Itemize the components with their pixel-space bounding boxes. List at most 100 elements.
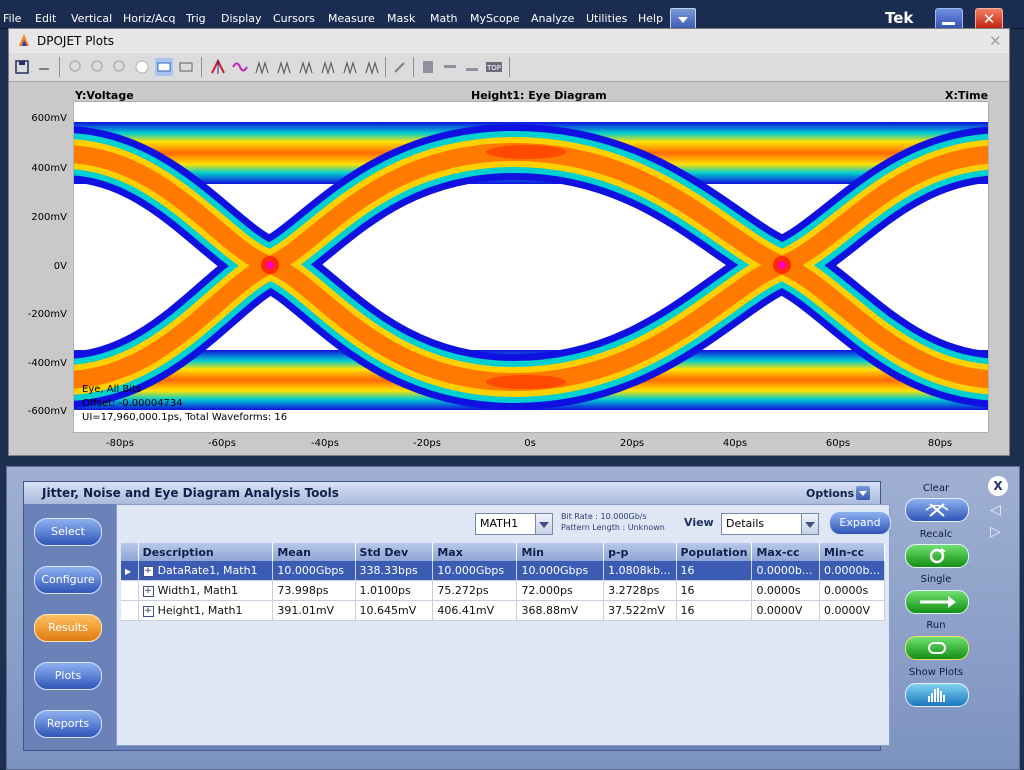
table-row[interactable]: + Width1, Math1 73.998ps 1.0100ps 75.272p… [121, 580, 885, 601]
description-cell[interactable]: + DataRate1, Math1 [138, 561, 274, 581]
view-select[interactable]: Details [721, 513, 819, 535]
options-menu[interactable]: Options [806, 487, 854, 500]
description-cell[interactable]: + Width1, Math1 [138, 580, 274, 601]
x-tick-label: 60ps [825, 438, 851, 449]
measure-f-icon[interactable] [363, 58, 381, 76]
column-header[interactable]: Max-cc [751, 543, 821, 561]
tek-logo: Tek [885, 9, 914, 27]
column-header[interactable]: Std Dev [355, 543, 434, 561]
eye-diagram-plot[interactable]: Eye, All Bits Offset: -0.00004734 UI=17,… [73, 101, 989, 433]
zoom-out-icon[interactable] [89, 58, 107, 76]
layout-top-icon[interactable] [441, 58, 459, 76]
app-close-button[interactable]: ✕ [975, 8, 1003, 30]
panel-header: Jitter, Noise and Eye Diagram Analysis T… [24, 482, 880, 504]
menu-vertical[interactable]: Vertical [71, 12, 112, 25]
nav-reports-button[interactable]: Reports [34, 710, 102, 738]
y-tick-label: 400mV [31, 163, 67, 174]
menu-mask[interactable]: Mask [387, 12, 415, 25]
run-button[interactable] [905, 636, 969, 660]
prev-arrow-icon[interactable]: ◁ [990, 502, 1001, 518]
menu-cursors[interactable]: Cursors [273, 12, 315, 25]
recalc-icon [929, 548, 946, 564]
menu-dropdown-button[interactable] [670, 8, 696, 30]
expand-button[interactable]: Expand [829, 511, 891, 535]
expand-icon[interactable]: + [142, 565, 154, 577]
measure-d-icon[interactable] [319, 58, 337, 76]
waveform-cursor-icon[interactable] [231, 58, 249, 76]
magnify-icon[interactable] [177, 58, 195, 76]
plot-window-title: DPOJET Plots [37, 34, 115, 48]
x-tick-label: -80ps [106, 438, 134, 449]
measure-c-icon[interactable] [297, 58, 315, 76]
select-mode-icon[interactable] [155, 58, 173, 76]
dpojet-panel: Jitter, Noise and Eye Diagram Analysis T… [23, 481, 891, 751]
table-cell: 72.000ps [516, 580, 605, 601]
chevron-down-icon[interactable] [801, 514, 818, 534]
minimize-button[interactable] [935, 8, 963, 30]
menu-math[interactable]: Math [430, 12, 458, 25]
plot-toolbar: TOP [9, 53, 1009, 82]
chevron-down-icon[interactable] [535, 514, 552, 534]
zoom-in-icon[interactable] [67, 58, 85, 76]
column-header[interactable]: Description [138, 543, 274, 561]
save-icon[interactable] [13, 58, 31, 76]
measure-e-icon[interactable] [341, 58, 359, 76]
toolbar-separator [59, 57, 60, 77]
column-header[interactable]: Population [676, 543, 753, 561]
eye-annotation: Eye, All Bits [82, 384, 142, 395]
clear-button[interactable] [905, 498, 969, 522]
row-pointer-icon: ▶ [121, 561, 139, 581]
recalc-button[interactable] [905, 544, 969, 568]
expand-icon[interactable]: + [142, 605, 154, 617]
print-icon[interactable] [35, 58, 53, 76]
menu-display[interactable]: Display [221, 12, 262, 25]
expand-icon[interactable]: + [142, 585, 154, 597]
menu-edit[interactable]: Edit [35, 12, 56, 25]
single-label: Single [920, 574, 952, 585]
column-header[interactable]: Mean [272, 543, 356, 561]
y-tick-label: 0V [53, 261, 67, 272]
vertical-cursor-icon[interactable] [209, 58, 227, 76]
top-icon[interactable]: TOP [485, 58, 503, 76]
menu-trig[interactable]: Trig [186, 12, 206, 25]
menu-measure[interactable]: Measure [328, 12, 375, 25]
next-arrow-icon[interactable]: ▷ [990, 524, 1001, 540]
info-icon[interactable] [419, 58, 437, 76]
menu-analyze[interactable]: Analyze [531, 12, 574, 25]
plot-close-icon[interactable]: ✕ [989, 32, 1002, 50]
nav-select-button[interactable]: Select [34, 518, 102, 546]
menu-help[interactable]: Help [638, 12, 663, 25]
column-header[interactable]: Min [516, 543, 605, 561]
column-header[interactable]: Max [432, 543, 518, 561]
menu-myscope[interactable]: MyScope [470, 12, 520, 25]
table-row[interactable]: ▶ + DataRate1, Math1 10.000Gbps 338.33bps… [121, 561, 885, 581]
measure-b-icon[interactable] [275, 58, 293, 76]
nav-plots-button[interactable]: Plots [34, 662, 102, 690]
nav-configure-button[interactable]: Configure [34, 566, 102, 594]
column-header[interactable]: p-p [603, 543, 677, 561]
cell-text: DataRate1, Math1 [157, 564, 258, 577]
column-header[interactable]: Min-cc [819, 543, 885, 561]
menu-file[interactable]: File [3, 12, 21, 25]
show-plots-button[interactable] [905, 683, 969, 707]
source-select[interactable]: MATH1 [475, 513, 553, 535]
description-cell[interactable]: + Height1, Math1 [138, 600, 274, 621]
wrench-icon[interactable] [391, 58, 409, 76]
table-row[interactable]: + Height1, Math1 391.01mV 10.645mV 406.41… [121, 600, 885, 621]
pan-icon[interactable] [133, 58, 151, 76]
layout-bottom-icon[interactable] [463, 58, 481, 76]
y-tick-label: 200mV [31, 212, 67, 223]
zoom-reset-icon[interactable] [111, 58, 129, 76]
table-cell: 73.998ps [272, 580, 356, 601]
clear-label: Clear [922, 483, 950, 494]
histogram-icon [928, 688, 945, 702]
measure-a-icon[interactable] [253, 58, 271, 76]
panel-close-button[interactable]: X [988, 476, 1008, 496]
plot-window: DPOJET Plots ✕ TOP Y:Voltage Height1: Ey… [8, 28, 1010, 456]
menu-utilities[interactable]: Utilities [586, 12, 627, 25]
nav-results-button[interactable]: Results [34, 614, 102, 642]
options-dropdown-icon[interactable] [856, 486, 870, 500]
single-button[interactable] [905, 590, 969, 614]
toolbar-separator [413, 57, 414, 77]
menu-horiz-acq[interactable]: Horiz/Acq [123, 12, 175, 25]
